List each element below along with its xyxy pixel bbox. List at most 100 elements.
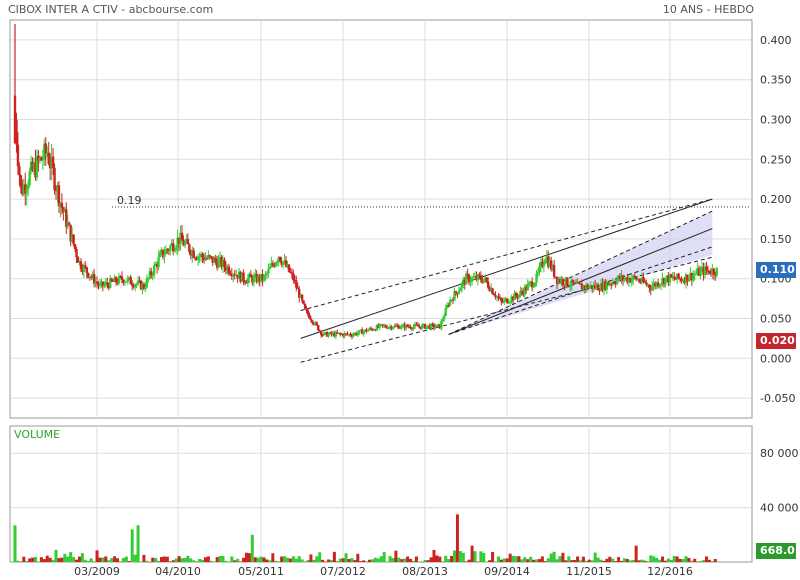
volume-bar bbox=[321, 559, 325, 562]
volume-bar bbox=[350, 558, 354, 562]
candle-body bbox=[198, 256, 201, 258]
candle-body bbox=[507, 302, 510, 304]
volume-bar bbox=[666, 558, 670, 562]
candle-body bbox=[705, 266, 708, 271]
candle-body bbox=[443, 315, 446, 320]
candle-body bbox=[459, 288, 462, 291]
candle-body bbox=[264, 274, 267, 277]
candle-body bbox=[25, 189, 28, 194]
x-tick-label: 04/2010 bbox=[155, 565, 201, 578]
candle-body bbox=[28, 171, 31, 186]
volume-bar bbox=[450, 555, 454, 562]
candle-body bbox=[569, 285, 572, 287]
x-tick-label: 09/2014 bbox=[484, 565, 530, 578]
chart-title: CIBOX INTER A CTIV - abcbourse.com bbox=[8, 3, 214, 16]
candle-body bbox=[384, 325, 387, 328]
volume-bar bbox=[596, 557, 600, 562]
volume-bar bbox=[581, 556, 585, 562]
volume-bar bbox=[435, 555, 439, 562]
candle-body bbox=[358, 330, 361, 333]
volume-bar bbox=[312, 559, 316, 562]
volume-bar bbox=[426, 560, 430, 562]
volume-bar bbox=[145, 560, 149, 562]
volume-bar bbox=[95, 550, 99, 562]
candle-body bbox=[535, 273, 538, 283]
volume-bar bbox=[285, 557, 289, 562]
volume-bar bbox=[411, 560, 415, 562]
candle-body bbox=[303, 303, 307, 309]
candle-body bbox=[19, 175, 23, 188]
volume-bar bbox=[274, 560, 278, 562]
candle-body bbox=[75, 249, 78, 258]
y-tick-label: -0.050 bbox=[760, 392, 795, 405]
volume-bar bbox=[476, 561, 480, 563]
volume-bar bbox=[247, 553, 251, 562]
volume-bar bbox=[127, 561, 131, 562]
volume-bar bbox=[593, 552, 597, 562]
volume-bar bbox=[658, 559, 662, 562]
volume-bar bbox=[406, 556, 410, 562]
candle-body bbox=[596, 284, 600, 291]
volume-bar bbox=[25, 561, 29, 562]
candle-body bbox=[306, 310, 310, 315]
candle-body bbox=[712, 268, 716, 275]
volume-bar bbox=[394, 550, 398, 562]
volume-bar bbox=[397, 557, 401, 562]
candle-body bbox=[16, 144, 20, 167]
volume-bar bbox=[511, 555, 515, 562]
volume-bar bbox=[461, 552, 465, 562]
candle-body bbox=[400, 325, 403, 328]
volume-bar bbox=[110, 558, 114, 562]
candle-body bbox=[441, 319, 444, 322]
volume-bar bbox=[335, 561, 339, 562]
candle-body bbox=[129, 277, 132, 285]
volume-bar bbox=[564, 560, 568, 562]
y-tick-label: 0.200 bbox=[760, 193, 792, 206]
x-tick-label: 03/2009 bbox=[74, 565, 120, 578]
candle-body bbox=[327, 334, 330, 337]
volume-bar bbox=[48, 557, 52, 562]
candle-body bbox=[95, 281, 99, 284]
candle-body bbox=[399, 327, 402, 329]
volume-bar bbox=[491, 551, 495, 562]
candle-body bbox=[687, 279, 691, 282]
volume-bar bbox=[637, 560, 641, 562]
candle-body bbox=[421, 325, 424, 329]
volume-bar bbox=[198, 558, 202, 562]
volume-bar bbox=[186, 555, 190, 562]
volume-bar bbox=[499, 559, 503, 562]
volume-bar bbox=[514, 556, 518, 562]
candle-body bbox=[192, 250, 195, 258]
volume-bar bbox=[242, 557, 246, 562]
volume-bar bbox=[294, 558, 298, 562]
candle-body bbox=[173, 250, 176, 252]
volume-bar bbox=[189, 558, 193, 562]
candle-body bbox=[542, 263, 546, 267]
volume-bar bbox=[540, 556, 544, 562]
volume-bar bbox=[183, 557, 187, 562]
volume-bar bbox=[382, 552, 386, 562]
volume-bar bbox=[233, 560, 237, 562]
candle-body bbox=[457, 290, 461, 295]
candle-body bbox=[648, 284, 651, 288]
candle-body bbox=[145, 278, 149, 288]
volume-bar bbox=[253, 557, 257, 562]
candle-body bbox=[249, 274, 253, 278]
volume-bar bbox=[113, 556, 117, 562]
candle-body bbox=[695, 273, 698, 275]
candle-body bbox=[466, 273, 469, 276]
volume-bar bbox=[180, 558, 184, 562]
candle-body bbox=[300, 294, 304, 301]
candle-body bbox=[265, 273, 269, 275]
volume-bar bbox=[529, 556, 533, 562]
volume-bar bbox=[570, 560, 574, 562]
candle-body bbox=[520, 291, 524, 293]
volume-bar bbox=[116, 558, 120, 562]
volume-bar bbox=[157, 560, 161, 562]
candle-body bbox=[147, 277, 150, 279]
volume-bar bbox=[60, 557, 64, 562]
volume-bar bbox=[136, 525, 140, 562]
candle-body bbox=[552, 265, 556, 277]
volume-bar bbox=[104, 556, 108, 562]
volume-bar bbox=[36, 561, 40, 563]
